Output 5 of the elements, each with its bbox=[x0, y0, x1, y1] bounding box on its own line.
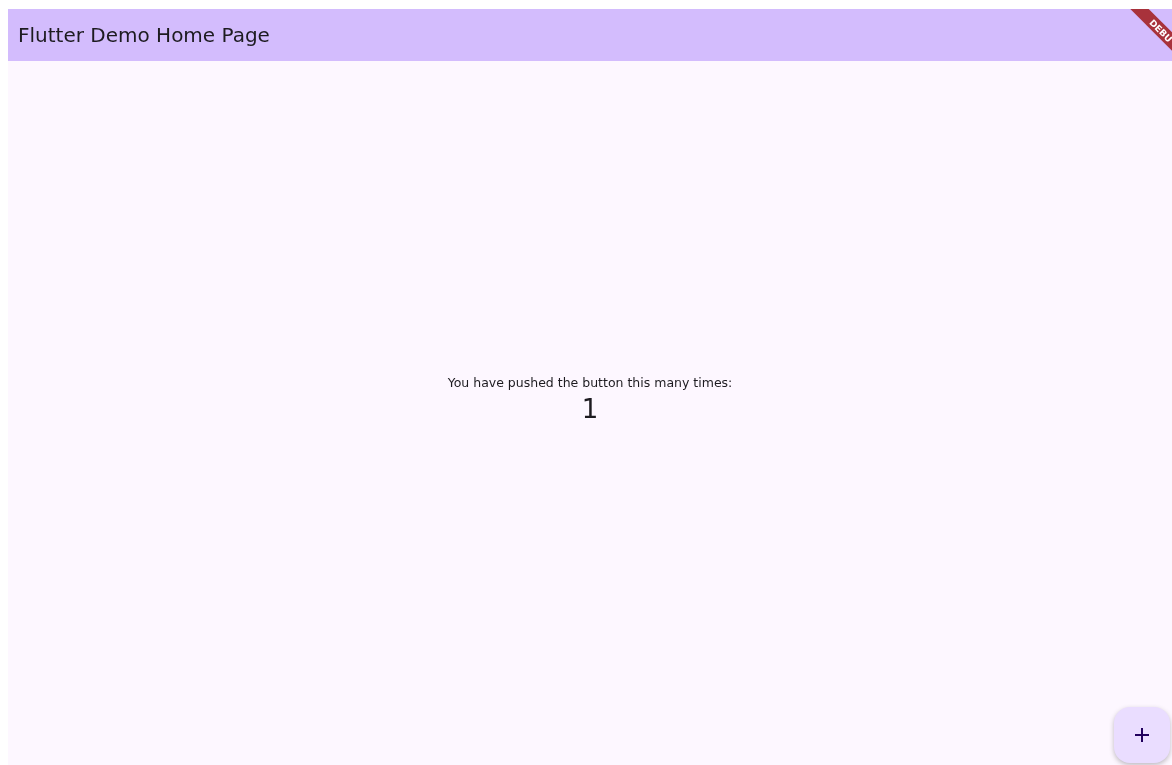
plus-icon bbox=[1135, 728, 1149, 742]
counter-value: 1 bbox=[581, 393, 599, 424]
increment-button[interactable] bbox=[1114, 707, 1170, 763]
counter-message: You have pushed the button this many times: bbox=[447, 374, 733, 390]
app-bar-title: Flutter Demo Home Page bbox=[18, 23, 270, 47]
